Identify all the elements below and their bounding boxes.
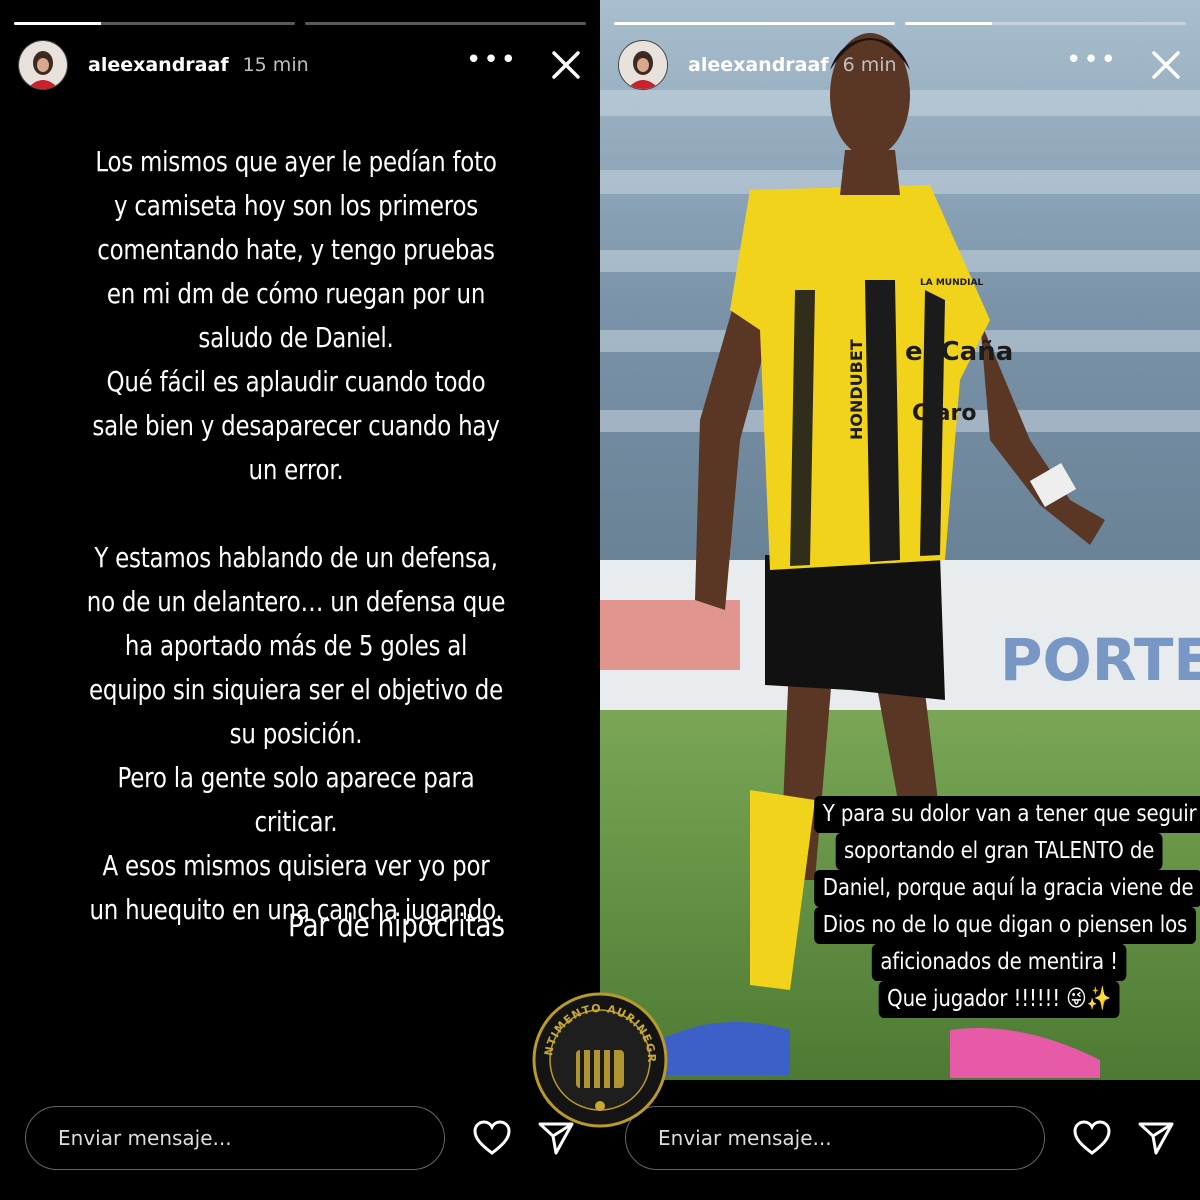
- story-paragraph: Qué fácil es aplaudir cuando todo sale b…: [92, 365, 500, 486]
- more-horizontal-icon[interactable]: •••: [466, 47, 518, 83]
- progress-segment: [305, 22, 586, 25]
- caption-line: aficionados de mentira !: [871, 944, 1127, 981]
- story-signature: Par de hipocritas: [288, 908, 505, 944]
- more-horizontal-icon[interactable]: •••: [1066, 47, 1118, 83]
- avatar[interactable]: [618, 40, 668, 90]
- watermark-logo: SENTIMENTO AURINEGRO: [530, 990, 668, 1128]
- jersey-sponsor: Claro: [912, 401, 977, 426]
- svg-text:PORTES TO: PORTES TO: [1000, 626, 1200, 694]
- story-header: aleexandraaf 15 min •••: [18, 40, 586, 90]
- progress-segment: [14, 22, 295, 25]
- story-panel-right: PORTES TO: [600, 0, 1200, 1200]
- heart-icon[interactable]: [1072, 1120, 1112, 1156]
- story-header: aleexandraaf 6 min •••: [618, 40, 1186, 90]
- story-footer: [0, 1080, 600, 1200]
- send-icon[interactable]: [1136, 1120, 1176, 1156]
- story-paragraph: Pero la gente solo aparece para criticar…: [117, 761, 475, 838]
- message-input[interactable]: [625, 1106, 1045, 1170]
- story-footer: [600, 1080, 1200, 1200]
- post-time: 15 min: [242, 54, 309, 76]
- close-icon[interactable]: [546, 45, 586, 85]
- avatar[interactable]: [18, 40, 68, 90]
- story-panel-left: aleexandraaf 15 min ••• Los mismos que a…: [0, 0, 600, 1200]
- caption-line: Y para su dolor van a tener que seguir: [814, 796, 1200, 833]
- caption-line: Daniel, porque aquí la gracia viene de: [814, 870, 1200, 907]
- caption-line: Que jugador !!!!!! 😜✨: [878, 981, 1120, 1018]
- progress-segment: [905, 22, 1186, 25]
- story-paragraph: Y estamos hablando de un defensa, no de …: [86, 541, 506, 750]
- story-caption: Y para su dolor van a tener que seguir s…: [814, 796, 1200, 1018]
- jersey-sponsor: el Caña: [905, 337, 1013, 367]
- username[interactable]: aleexandraaf: [88, 54, 229, 76]
- story-paragraph: Los mismos que ayer le pedían foto y cam…: [95, 145, 497, 354]
- story-progress-bar: [14, 22, 586, 25]
- username[interactable]: aleexandraaf: [688, 54, 829, 76]
- jersey-top-text: LA MUNDIAL: [920, 278, 983, 288]
- post-time: 6 min: [842, 54, 897, 76]
- story-progress-bar: [614, 22, 1186, 25]
- progress-segment: [614, 22, 895, 25]
- story-text: Los mismos que ayer le pedían foto y cam…: [86, 140, 506, 932]
- caption-line: Dios no de lo que digan o piensen los: [814, 907, 1196, 944]
- close-icon[interactable]: [1146, 45, 1186, 85]
- jersey-side-text: HONDUBET: [847, 339, 866, 440]
- message-input[interactable]: [25, 1106, 445, 1170]
- heart-icon[interactable]: [472, 1120, 512, 1156]
- caption-line: soportando el gran TALENTO de: [835, 833, 1163, 870]
